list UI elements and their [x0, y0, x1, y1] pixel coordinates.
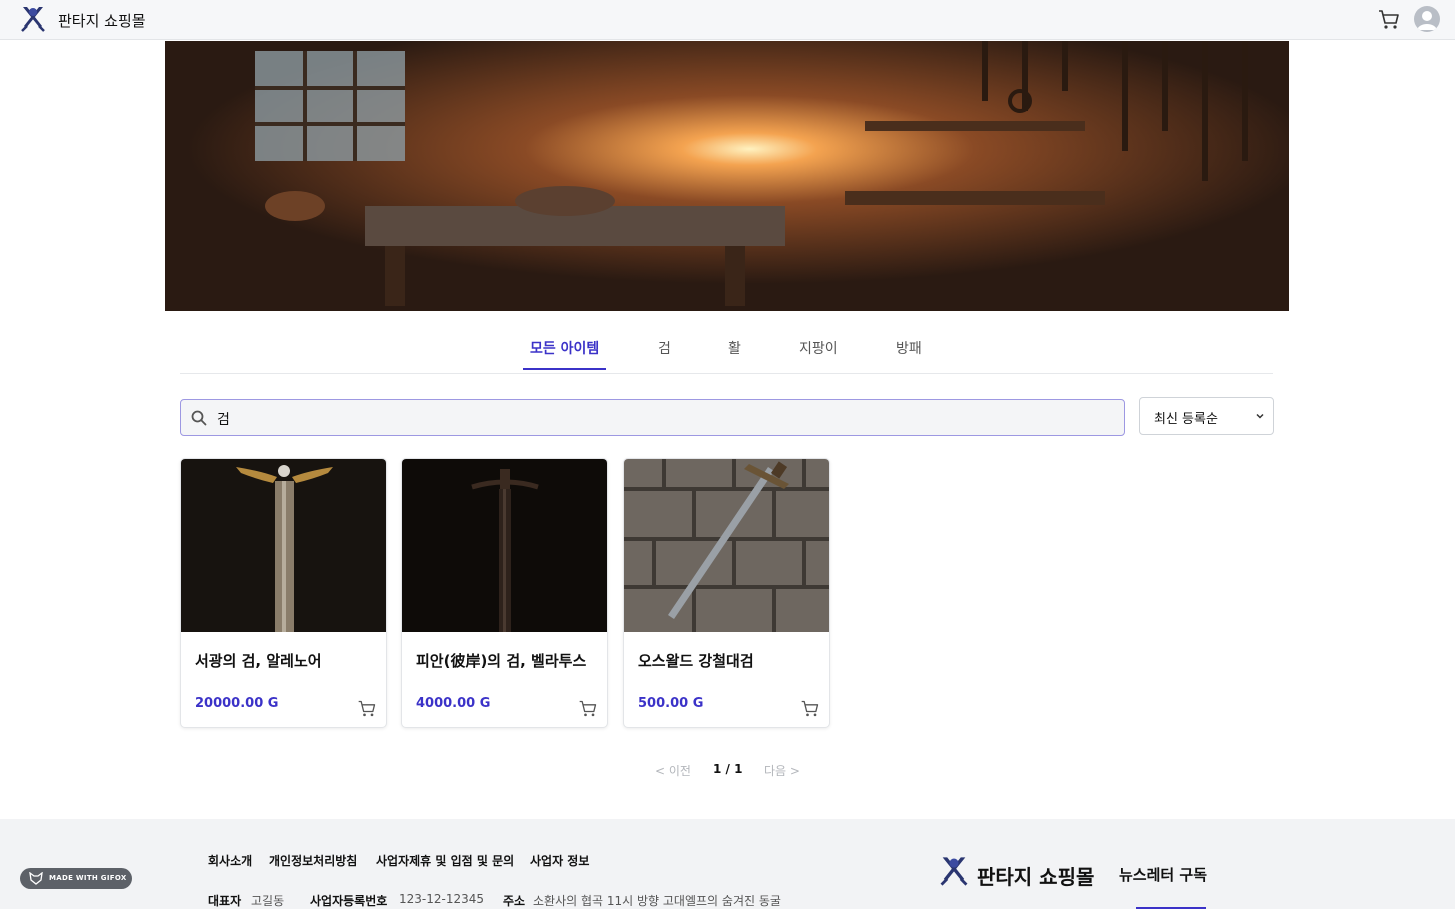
next-page-button[interactable]: 다음 > — [764, 762, 800, 779]
search-icon — [191, 410, 207, 426]
fox-icon — [29, 872, 43, 885]
footer-brand: 판타지 쇼핑몰 — [977, 865, 1095, 889]
page-indicator: 1 / 1 — [713, 762, 743, 776]
add-to-cart-icon[interactable] — [357, 699, 377, 719]
footer-regno-value: 123-12-12345 — [399, 892, 485, 906]
product-card[interactable]: 오스왈드 강철대검 500.00 G — [623, 458, 830, 728]
prev-page-button[interactable]: < 이전 — [655, 762, 691, 779]
top-navigation-bar: 판타지 쇼핑몰 — [0, 0, 1455, 40]
tab-bow[interactable]: 활 — [728, 338, 741, 368]
sword-logo-icon[interactable] — [18, 4, 48, 34]
footer-address-value: 소환사의 협곡 11시 방향 고대엘프의 숨겨진 동굴 — [533, 894, 781, 908]
footer-regno-label: 사업자등록번호 — [310, 894, 388, 908]
product-image — [402, 459, 607, 632]
tab-sword[interactable]: 검 — [658, 338, 671, 368]
footer-ceo-label: 대표자 — [208, 894, 242, 908]
footer-address-label: 주소 — [503, 894, 526, 908]
gifox-label: MADE WITH GIFOX — [49, 874, 127, 882]
gifox-badge: MADE WITH GIFOX — [20, 868, 132, 889]
category-tabs: 모든 아이템 검 활 지팡이 방패 — [180, 330, 1273, 374]
sword-logo-icon — [940, 857, 968, 886]
hero-banner-image — [165, 41, 1289, 311]
site-footer: 회사소개 개인정보처리방침 사업자제휴 및 입점 및 문의 사업자 정보 대표자… — [0, 819, 1455, 909]
search-bar — [180, 399, 1125, 436]
tab-shield[interactable]: 방패 — [896, 338, 922, 368]
newsletter-heading: 뉴스레터 구독 — [1119, 866, 1208, 884]
product-name: 오스왈드 강철대검 — [638, 652, 754, 670]
product-price: 20000.00 G — [195, 696, 279, 711]
product-card[interactable]: 피안(彼岸)의 검, 벨라투스 4000.00 G — [401, 458, 608, 728]
product-price: 500.00 G — [638, 696, 704, 711]
tab-staff[interactable]: 지팡이 — [799, 338, 838, 368]
user-avatar-icon[interactable] — [1414, 6, 1440, 32]
chevron-down-icon — [1256, 413, 1264, 419]
footer-ceo-value: 고길동 — [251, 894, 285, 908]
search-input[interactable] — [215, 407, 1099, 431]
footer-link-partnership[interactable]: 사업자제휴 및 입점 및 문의 — [376, 852, 514, 869]
cart-icon[interactable] — [1377, 8, 1401, 32]
product-card[interactable]: 서광의 검, 알레노어 20000.00 G — [180, 458, 387, 728]
product-image — [624, 459, 829, 632]
footer-link-about[interactable]: 회사소개 — [208, 852, 252, 869]
footer-link-business-info[interactable]: 사업자 정보 — [530, 852, 589, 869]
product-name: 서광의 검, 알레노어 — [195, 652, 322, 670]
sort-select[interactable]: 최신 등록순 — [1139, 397, 1274, 435]
sort-selected-label: 최신 등록순 — [1154, 412, 1218, 427]
footer-link-privacy[interactable]: 개인정보처리방침 — [269, 852, 357, 869]
product-price: 4000.00 G — [416, 696, 491, 711]
tab-all-items[interactable]: 모든 아이템 — [523, 338, 607, 370]
brand-name[interactable]: 판타지 쇼핑몰 — [58, 10, 146, 31]
add-to-cart-icon[interactable] — [578, 699, 598, 719]
product-image — [181, 459, 386, 632]
add-to-cart-icon[interactable] — [800, 699, 820, 719]
product-name: 피안(彼岸)의 검, 벨라투스 — [416, 652, 587, 670]
